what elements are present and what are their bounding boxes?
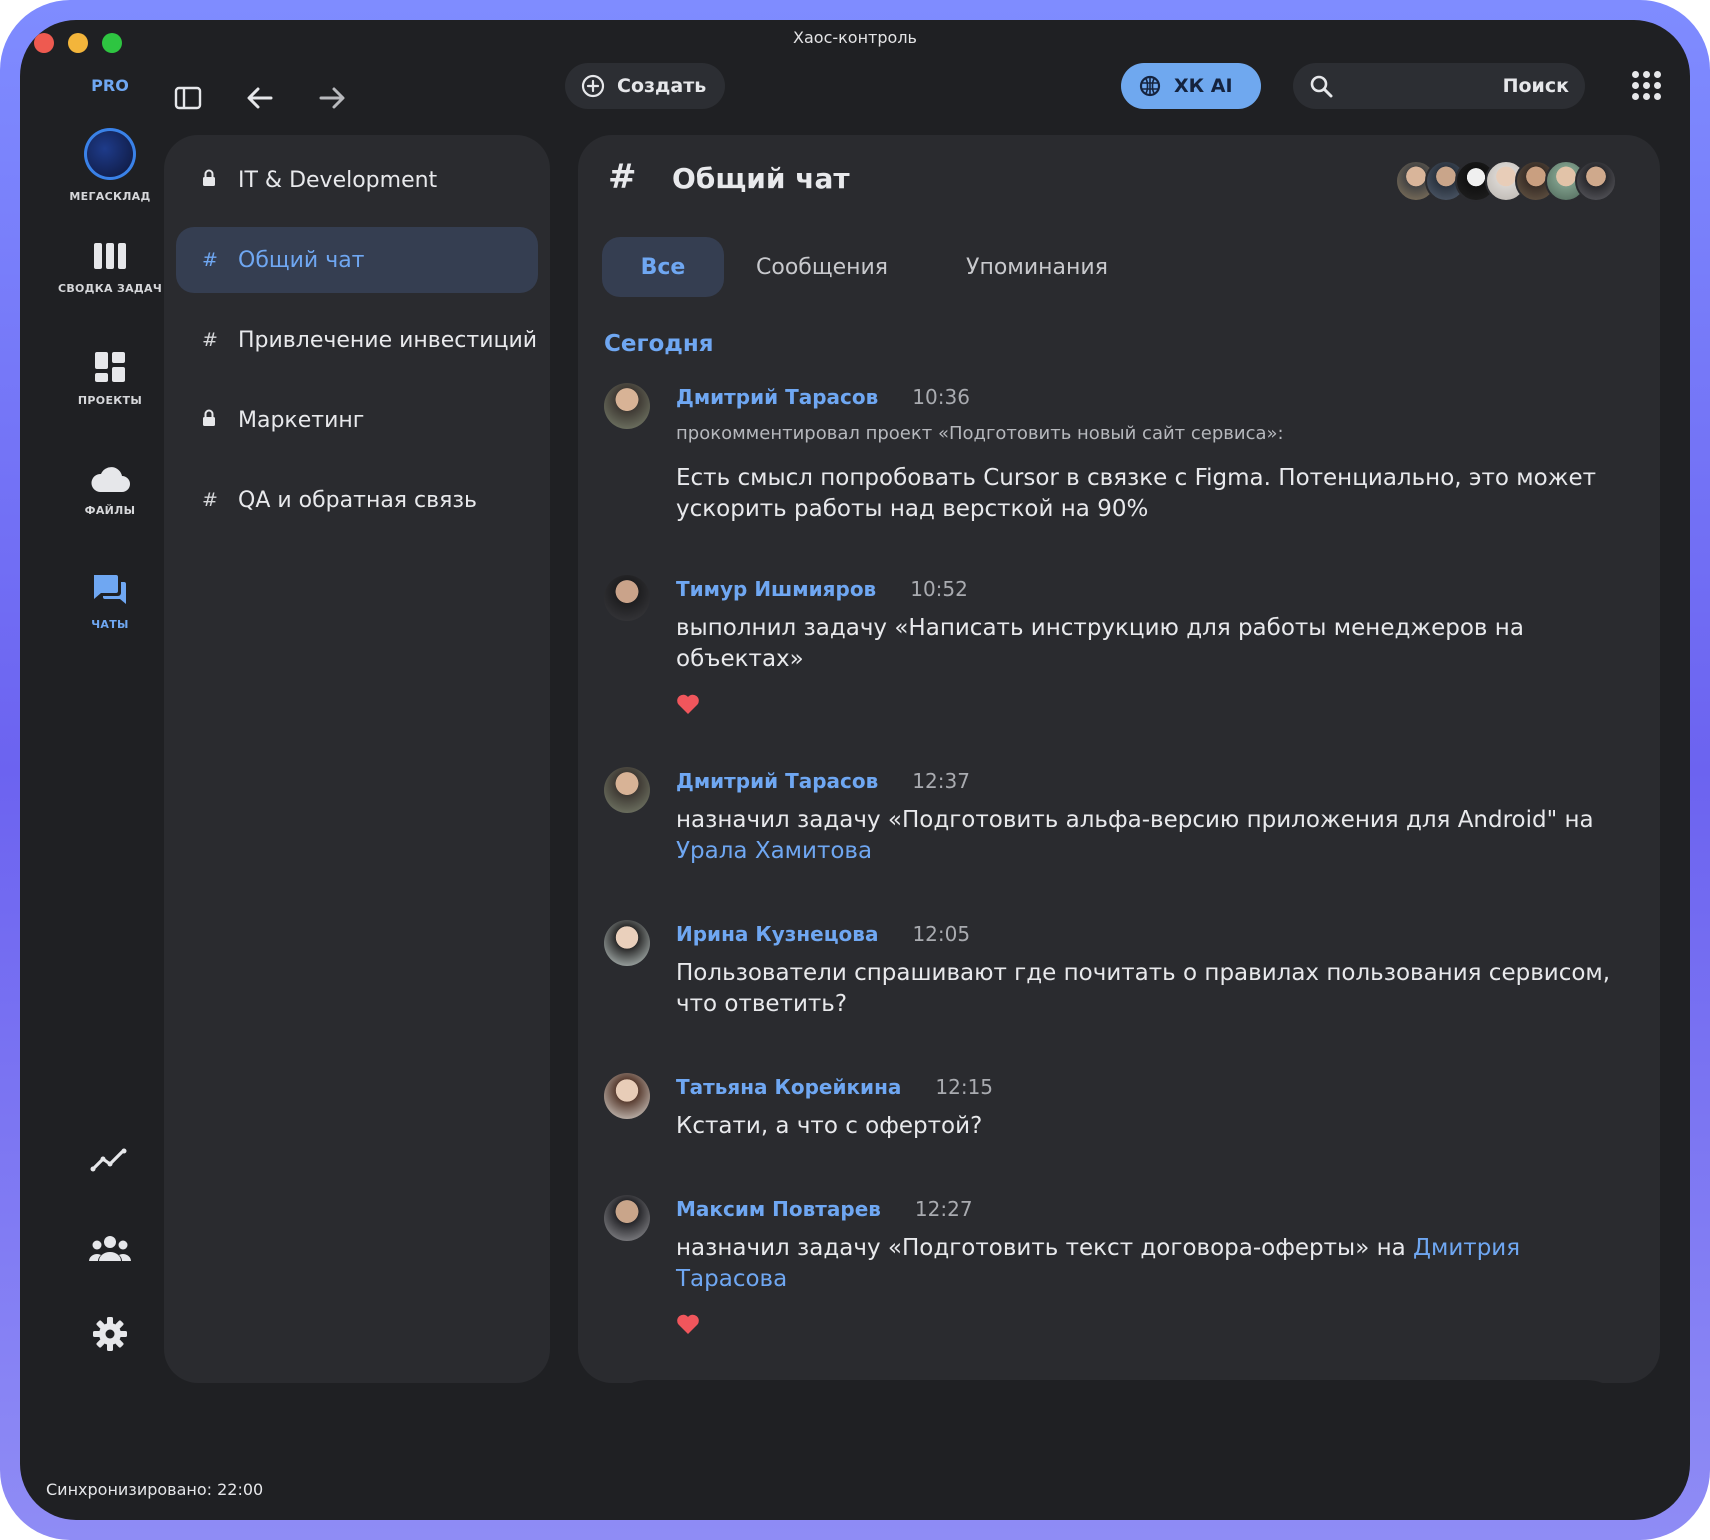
back-arrow-icon[interactable] [242, 80, 278, 116]
dashboard-icon [95, 352, 125, 382]
message-composer [602, 1380, 1632, 1383]
hash-icon: # [202, 489, 218, 511]
author-avatar[interactable] [604, 920, 650, 966]
window-title: Хаос-контроль [793, 28, 917, 47]
channel-label: Маркетинг [238, 407, 365, 433]
tab-mentions[interactable]: Упоминания [966, 237, 1108, 297]
window-frame: Хаос-контроль PRO Создать ХК AI Поиск МЕ… [0, 0, 1710, 1540]
author-avatar[interactable] [604, 767, 650, 813]
plan-badge: PRO [91, 76, 129, 95]
message-text: выполнил задачу «Написать инструкцию для… [676, 615, 1524, 672]
search-label: Поиск [1502, 75, 1569, 97]
channel-label: IT & Development [238, 167, 438, 193]
sync-status: Синхронизировано: 22:00 [46, 1480, 264, 1499]
author-name[interactable]: Татьяна Корейкина [676, 1075, 901, 1099]
cloud-icon [91, 467, 130, 492]
channel-item-it-development[interactable]: IT & Development [176, 147, 538, 213]
activity-icon[interactable] [86, 1136, 134, 1184]
create-button-label: Создать [617, 75, 707, 97]
author-name[interactable]: Ирина Кузнецова [676, 922, 878, 946]
author-avatar[interactable] [604, 575, 650, 621]
message-text: Есть смысл попробовать Cursor в связке с… [676, 465, 1596, 522]
settings-icon[interactable] [86, 1310, 134, 1358]
channel-list: IT & Development # Общий чат # Привлечен… [164, 135, 550, 1383]
sidebar-toggle-icon[interactable] [170, 80, 206, 116]
apps-grid-icon[interactable] [1632, 71, 1661, 100]
message-text: назначил задачу «Подготовить текст догов… [676, 1233, 1636, 1295]
app-window: Хаос-контроль PRO Создать ХК AI Поиск МЕ… [20, 20, 1690, 1520]
hash-icon: # [202, 329, 218, 351]
channel-item-general-chat[interactable]: # Общий чат [176, 227, 538, 293]
message-context: прокомментировал проект «Подготовить нов… [676, 423, 1284, 444]
author-name[interactable]: Дмитрий Тарасов [676, 769, 878, 793]
author-name[interactable]: Дмитрий Тарасов [676, 385, 878, 409]
create-button[interactable]: Создать [565, 63, 725, 109]
message-text: Кстати, а что с офертой? [676, 1113, 983, 1139]
chat-tabs: Все Сообщения Упоминания [602, 237, 1108, 297]
chat-icon [94, 575, 126, 604]
workspace-logo-icon [84, 128, 136, 180]
lock-icon [202, 169, 238, 192]
forward-arrow-icon[interactable] [314, 80, 350, 116]
author-avatar[interactable] [604, 383, 650, 429]
chat-title: Общий чат [672, 162, 850, 195]
nav-item-label: ПРОЕКТЫ [77, 394, 143, 407]
search-icon [1310, 75, 1333, 98]
chat-panel: # Общий чат Все Сообщения Упоминания Сег… [578, 135, 1660, 1383]
message-time: 12:27 [914, 1197, 973, 1221]
heart-reaction-icon[interactable] [676, 693, 700, 715]
message-time: 10:52 [910, 577, 968, 601]
plus-circle-icon [581, 74, 605, 98]
message-time: 12:15 [935, 1075, 994, 1099]
channel-item-investments[interactable]: # Привлечение инвестиций [176, 307, 538, 373]
columns-icon [94, 243, 126, 269]
day-separator: Сегодня [604, 331, 714, 357]
user-mention-link[interactable]: Урала Хамитова [676, 838, 872, 864]
author-name[interactable]: Максим Повтарев [676, 1197, 881, 1221]
author-name[interactable]: Тимур Ишмияров [676, 577, 876, 601]
ai-button-label: ХК AI [1174, 75, 1233, 97]
channel-label: Привлечение инвестиций [238, 327, 538, 353]
message-time: 10:36 [912, 385, 970, 409]
message-text-body: назначил задачу «Подготовить текст догов… [676, 1235, 1414, 1261]
members-avatars[interactable] [1395, 160, 1617, 202]
search-field[interactable]: Поиск [1293, 63, 1585, 109]
channel-label: QA и обратная связь [238, 487, 477, 513]
ai-brain-icon [1139, 75, 1161, 97]
message-text-body: назначил задачу «Подготовить альфа-верси… [676, 807, 1594, 833]
ai-assistant-button[interactable]: ХК AI [1121, 63, 1261, 109]
channel-label: Общий чат [238, 247, 365, 273]
nav-item-label: ФАЙЛЫ [84, 504, 136, 517]
channel-item-qa-feedback[interactable]: # QA и обратная связь [176, 467, 538, 533]
message-text: назначил задачу «Подготовить альфа-верси… [676, 805, 1636, 867]
member-avatar [1575, 160, 1617, 202]
nav-item-label: МЕГАСКЛАД [69, 190, 151, 203]
tab-all[interactable]: Все [602, 237, 724, 297]
lock-icon [202, 409, 238, 432]
nav-item-label: ЧАТЫ [91, 618, 129, 631]
message-text: Пользователи спрашивают где почитать о п… [676, 960, 1611, 1017]
author-avatar[interactable] [604, 1195, 650, 1241]
message-time: 12:37 [912, 769, 970, 793]
hash-icon: # [202, 249, 218, 271]
nav-item-label: СВОДКА ЗАДАЧ [57, 282, 163, 295]
message-time: 12:05 [912, 922, 971, 946]
heart-reaction-icon[interactable] [676, 1313, 700, 1335]
tab-messages[interactable]: Сообщения [756, 237, 888, 297]
channel-item-marketing[interactable]: Маркетинг [176, 387, 538, 453]
team-icon[interactable] [86, 1224, 134, 1272]
channel-hash-icon: # [608, 157, 637, 197]
author-avatar[interactable] [604, 1073, 650, 1119]
